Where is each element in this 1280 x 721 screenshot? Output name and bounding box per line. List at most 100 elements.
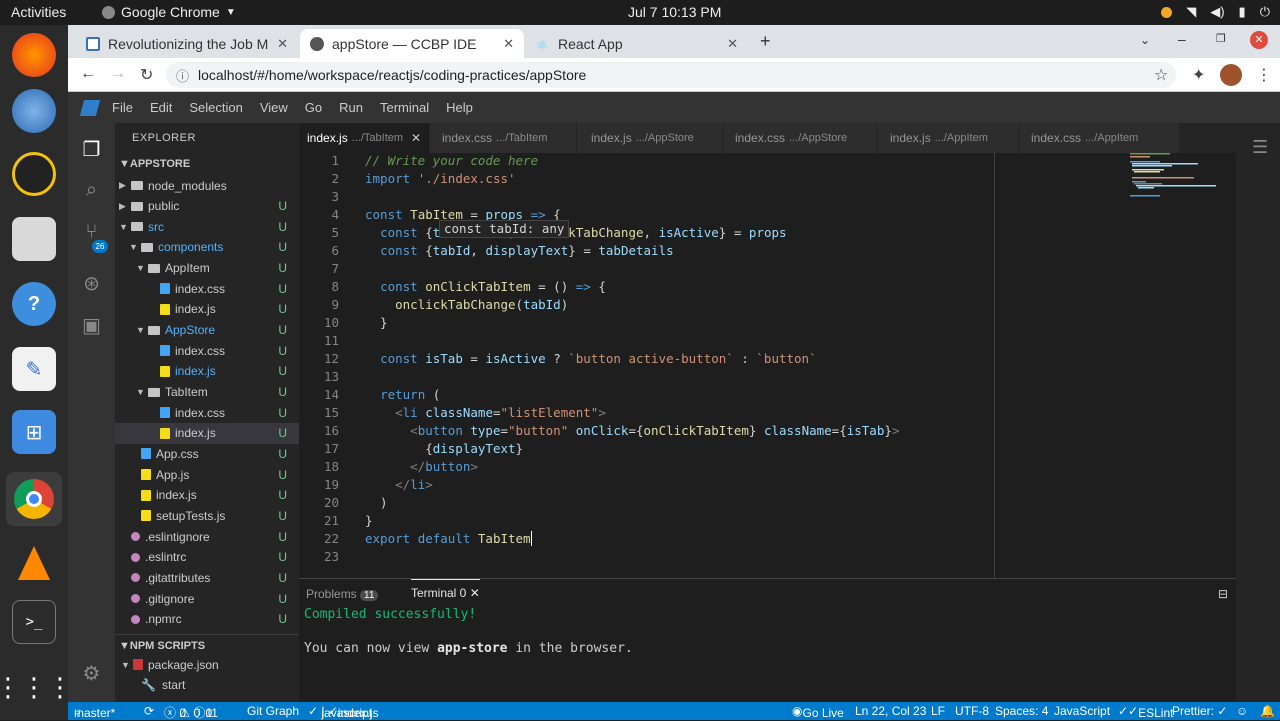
close-tab-icon[interactable]: ✕: [277, 36, 288, 52]
editor-tab-1[interactable]: index.js .../TabItem ✕: [299, 123, 429, 153]
tree-item[interactable]: index.css U: [115, 402, 299, 423]
profile-avatar[interactable]: [1220, 64, 1242, 86]
files-icon[interactable]: [12, 217, 56, 261]
npm-scripts-header[interactable]: ▼ NPM SCRIPTS: [115, 634, 299, 656]
bookmark-star-icon[interactable]: ☆: [1154, 65, 1168, 85]
activities-button[interactable]: Activities: [11, 4, 66, 20]
software-center-icon[interactable]: ⊞: [12, 410, 56, 454]
show-apps-icon[interactable]: ⋮⋮⋮: [0, 665, 73, 709]
tree-item[interactable]: ▶ node_modules: [115, 175, 299, 196]
editor-tab-4[interactable]: index.css .../AppStore: [723, 123, 877, 153]
language-mode[interactable]: JavaScript: [1054, 704, 1110, 718]
tree-item[interactable]: ▶ public U: [115, 196, 299, 217]
maximize-panel-icon[interactable]: ⊟: [1218, 587, 1228, 601]
tree-item[interactable]: App.js U: [115, 464, 299, 485]
thunderbird-icon[interactable]: [12, 89, 56, 133]
chrome-menu-icon[interactable]: ⋮: [1256, 65, 1272, 85]
menu-run[interactable]: Run: [339, 100, 363, 115]
tree-item[interactable]: index.css U: [115, 278, 299, 299]
back-icon[interactable]: ←: [80, 65, 96, 83]
browser-tab-2[interactable]: appStore — CCBP IDE ✕: [300, 29, 524, 58]
list-icon[interactable]: ☰: [1252, 137, 1268, 158]
help-icon[interactable]: ?: [12, 282, 56, 326]
site-info-icon[interactable]: ⓘ: [176, 66, 189, 85]
feedback-icon[interactable]: ☺: [1236, 704, 1248, 718]
menu-file[interactable]: File: [112, 100, 133, 115]
close-tab-icon[interactable]: ✕: [503, 36, 514, 52]
tree-item[interactable]: .npmrc U: [115, 609, 299, 630]
tree-item[interactable]: index.js U: [115, 422, 299, 444]
close-window-icon[interactable]: ✕: [1250, 31, 1268, 49]
minimize-icon[interactable]: –: [1178, 31, 1186, 47]
editor-tab-5[interactable]: index.js .../AppItem: [878, 123, 1018, 153]
rhythmbox-icon[interactable]: [12, 152, 56, 196]
tree-item[interactable]: App.css U: [115, 443, 299, 464]
tree-item[interactable]: .gitattributes U: [115, 567, 299, 588]
tab-search-icon[interactable]: ⌄: [1140, 33, 1150, 47]
eslint-status[interactable]: ✓✓ ESLint: [1118, 704, 1173, 720]
maximize-icon[interactable]: ❐: [1216, 32, 1226, 45]
encoding-status[interactable]: UTF-8: [955, 704, 989, 718]
menu-help[interactable]: Help: [446, 100, 473, 115]
git-graph-button[interactable]: Git Graph: [247, 704, 299, 718]
tree-item[interactable]: .gitignore U: [115, 588, 299, 609]
vlc-icon[interactable]: [12, 541, 56, 585]
tree-item[interactable]: ▼ AppItem U: [115, 258, 299, 279]
system-tray[interactable]: ◥ ◀) ▮ ⏻: [1161, 4, 1270, 20]
close-icon[interactable]: ✕: [470, 586, 480, 600]
code-editor[interactable]: 1// Write your code here 2 import './inde…: [299, 153, 1236, 578]
tree-item[interactable]: index.js U: [115, 485, 299, 506]
address-bar[interactable]: ⓘ localhost/#/home/workspace/reactjs/cod…: [166, 62, 1176, 88]
reload-icon[interactable]: ↻: [140, 65, 153, 85]
indent-status[interactable]: Spaces: 4: [995, 704, 1048, 718]
eol-status[interactable]: LF: [931, 704, 945, 718]
text-editor-icon[interactable]: ✎: [12, 347, 56, 391]
clock[interactable]: Jul 7 10:13 PM: [628, 4, 721, 20]
editor-tab-3[interactable]: index.js .../AppStore: [577, 123, 722, 153]
search-icon[interactable]: ⌕: [79, 179, 104, 204]
problems-tab[interactable]: Problems 11: [306, 587, 379, 601]
extensions-icon[interactable]: ✦: [1192, 65, 1205, 85]
menu-terminal[interactable]: Terminal: [380, 100, 429, 115]
tree-item[interactable]: .eslintignore U: [115, 526, 299, 547]
tree-item[interactable]: ▼ components U: [115, 237, 299, 258]
terminal-tab[interactable]: Terminal 0 ✕: [411, 579, 480, 600]
firefox-icon[interactable]: [12, 33, 56, 77]
tree-item[interactable]: .eslintrc U: [115, 547, 299, 568]
run-debug-icon[interactable]: ⊛: [79, 271, 104, 296]
tree-item[interactable]: index.js U: [115, 361, 299, 382]
settings-gear-icon[interactable]: ⚙: [79, 661, 104, 686]
app-menu[interactable]: Google Chrome ▼: [102, 4, 236, 20]
problems-status[interactable]: ⓧ 0 ⚠ 0 ⓘ 0 11: [164, 704, 218, 721]
menu-edit[interactable]: Edit: [150, 100, 172, 115]
go-live-button[interactable]: ◉ Go Live: [792, 704, 844, 720]
tree-item[interactable]: index.js U: [115, 299, 299, 320]
chrome-dock-icon[interactable]: [6, 472, 62, 526]
minimap[interactable]: [1130, 153, 1222, 203]
tree-item[interactable]: index.css U: [115, 340, 299, 361]
editor-tab-2[interactable]: index.css .../TabItem: [430, 123, 576, 153]
tree-item[interactable]: setupTests.js U: [115, 505, 299, 526]
cursor-position[interactable]: Ln 22, Col 23: [855, 704, 926, 718]
menu-view[interactable]: View: [260, 100, 288, 115]
editor-tab-6[interactable]: index.css .../AppItem: [1019, 123, 1179, 153]
tree-item[interactable]: ▼ src U: [115, 216, 299, 237]
browser-tab-3[interactable]: ⚛ React App ✕: [526, 29, 748, 58]
browser-tab-1[interactable]: Revolutionizing the Job M ✕: [76, 29, 298, 58]
sync-icon[interactable]: ⟳: [144, 704, 154, 718]
terminal-icon[interactable]: >_: [12, 600, 56, 644]
tree-item[interactable]: ▼ AppStore U: [115, 320, 299, 341]
npm-package-json[interactable]: ▼ package.json: [115, 654, 299, 675]
prettier-status[interactable]: Prettier: ✓: [1172, 704, 1227, 718]
explorer-icon[interactable]: ❐: [79, 137, 104, 162]
close-tab-icon[interactable]: ✕: [727, 36, 738, 52]
extensions-view-icon[interactable]: ▣: [79, 313, 104, 338]
npm-start-script[interactable]: 🔧 start: [115, 674, 299, 695]
forward-icon[interactable]: →: [110, 65, 126, 83]
close-icon[interactable]: ✕: [411, 131, 421, 145]
notifications-bell-icon[interactable]: 🔔: [1260, 704, 1275, 718]
language-check[interactable]: ✓ javascript | ✓ index.js: [308, 704, 379, 720]
tree-item[interactable]: ▼ TabItem U: [115, 382, 299, 403]
menu-selection[interactable]: Selection: [189, 100, 242, 115]
explorer-root-header[interactable]: ▼ APPSTORE: [115, 153, 299, 175]
